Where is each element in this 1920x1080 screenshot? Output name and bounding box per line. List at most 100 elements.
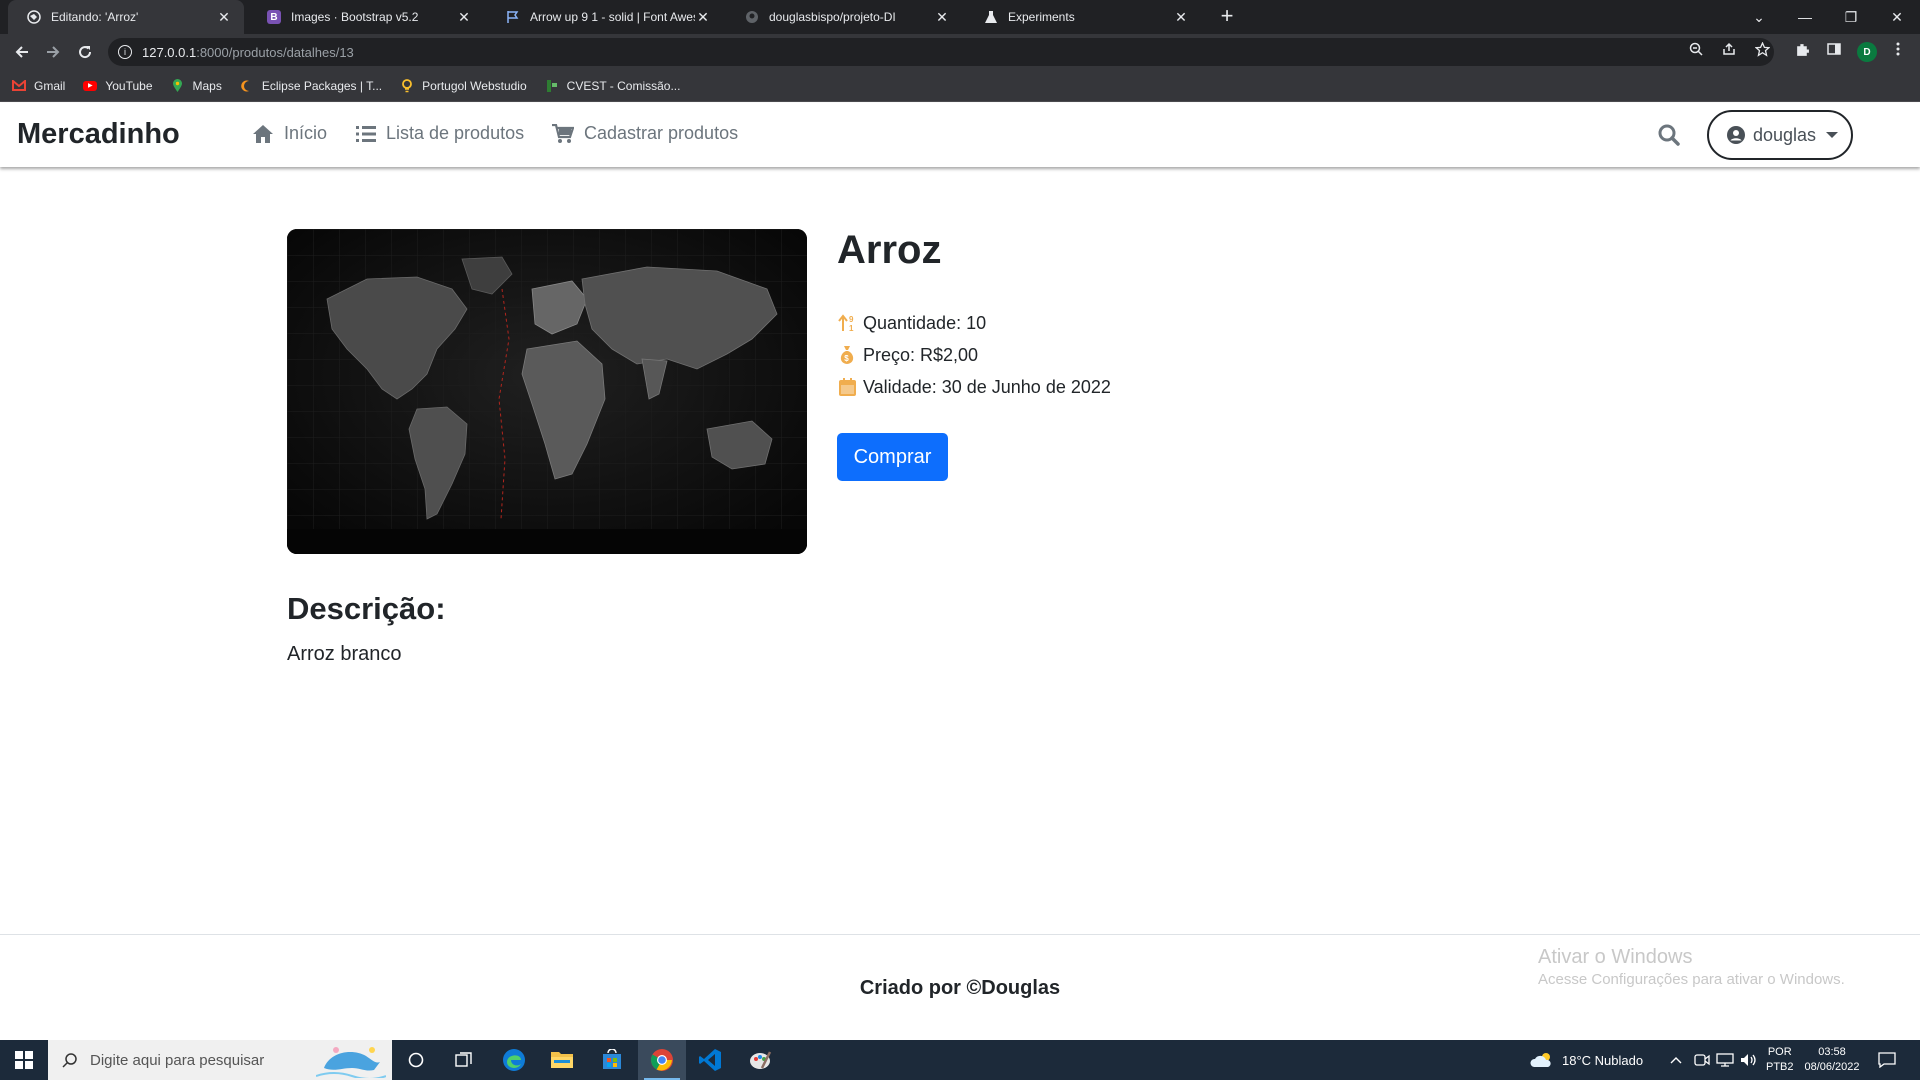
svg-text:9: 9 <box>849 315 854 324</box>
tab-font-awesome[interactable]: Arrow up 9 1 - solid | Font Awesom ✕ <box>487 0 723 34</box>
product-validity: Validade: 30 de Junho de 2022 <box>837 376 1111 398</box>
gmail-icon <box>12 79 26 93</box>
sort-arrows-icon: 91 <box>837 312 857 334</box>
nav-label: Lista de produtos <box>386 123 525 143</box>
bookmark-portugol[interactable]: Portugol Webstudio <box>400 79 527 93</box>
side-panel-icon[interactable] <box>1826 41 1842 57</box>
nav-cadastrar-produtos[interactable]: Cadastrar produtos <box>552 123 738 144</box>
task-view-icon[interactable] <box>440 1040 488 1080</box>
reload-icon[interactable] <box>73 40 97 64</box>
restore-button[interactable]: ❐ <box>1828 0 1874 34</box>
microsoft-store-icon[interactable] <box>588 1040 636 1080</box>
maps-icon <box>171 78 185 93</box>
tab-title: douglasbispo/projeto-DI <box>769 10 896 24</box>
list-icon <box>356 125 376 142</box>
menu-dots-icon[interactable] <box>1890 41 1906 57</box>
brand-logo[interactable]: Mercadinho <box>17 118 180 151</box>
bookmark-label: Eclipse Packages | T... <box>261 78 383 93</box>
tab-editando-arroz[interactable]: Editando: 'Arroz' ✕ <box>8 0 244 34</box>
windows-taskbar: Digite aqui para pesquisar 18°C Nublado <box>0 1040 1920 1080</box>
back-arrow-icon[interactable] <box>10 40 34 64</box>
windows-start-icon[interactable] <box>0 1040 48 1080</box>
taskbar-search-placeholder: Digite aqui para pesquisar <box>90 1051 265 1069</box>
tab-github[interactable]: douglasbispo/projeto-DI ✕ <box>726 0 962 34</box>
product-price: $ Preço: R$2,00 <box>837 344 978 366</box>
address-bar[interactable]: i 127.0.0.1:8000/produtos/datalhes/13 <box>108 38 1774 66</box>
search-icon <box>62 1053 77 1068</box>
page-content: Mercadinho Início Lista de produtos Cada… <box>0 103 1920 1040</box>
zoom-icon[interactable] <box>1688 41 1704 57</box>
close-tab-icon[interactable]: ✕ <box>216 9 232 25</box>
close-tab-icon[interactable]: ✕ <box>456 9 472 25</box>
cortana-icon[interactable] <box>392 1040 440 1080</box>
product-title: Arroz <box>837 228 942 272</box>
buy-button[interactable]: Comprar <box>837 433 948 481</box>
description-text: Arroz branco <box>287 643 402 665</box>
close-tab-icon[interactable]: ✕ <box>1173 9 1189 25</box>
user-circle-icon <box>1727 126 1745 144</box>
url-host: 127.0.0.1 <box>142 44 197 60</box>
minimize-button[interactable]: — <box>1782 0 1828 34</box>
site-info-icon[interactable]: i <box>118 45 132 59</box>
bookmark-maps[interactable]: Maps <box>171 78 222 93</box>
chevron-down-icon <box>1826 132 1839 138</box>
profile-avatar[interactable]: D <box>1857 42 1877 62</box>
volume-icon[interactable] <box>1740 1040 1758 1080</box>
forward-arrow-icon[interactable] <box>41 40 65 64</box>
world-map-image <box>287 229 807 554</box>
taskbar-search-box[interactable]: Digite aqui para pesquisar <box>48 1040 392 1080</box>
show-hidden-icons-icon[interactable] <box>1670 1040 1682 1080</box>
new-tab-button[interactable]: + <box>1215 5 1239 29</box>
calendar-icon <box>837 376 857 398</box>
bookmark-label: Maps <box>192 78 222 93</box>
paint-icon[interactable] <box>736 1040 784 1080</box>
bookmark-star-icon[interactable] <box>1754 41 1770 57</box>
tab-bootstrap[interactable]: B Images · Bootstrap v5.2 ✕ <box>248 0 484 34</box>
vscode-icon[interactable] <box>686 1040 734 1080</box>
footer-divider <box>0 934 1920 935</box>
chrome-icon[interactable] <box>638 1040 686 1080</box>
lang-top: POR <box>1767 1046 1792 1058</box>
windows-activation-title: Ativar o Windows <box>1538 946 1693 968</box>
bookmark-youtube[interactable]: ▶ YouTube <box>83 79 153 93</box>
share-icon[interactable] <box>1721 41 1737 57</box>
nav-lista-produtos[interactable]: Lista de produtos <box>356 123 524 144</box>
windows-activation-subtitle: Acesse Configurações para ativar o Windo… <box>1538 971 1845 988</box>
close-tab-icon[interactable]: ✕ <box>695 9 711 25</box>
bookmark-eclipse[interactable]: Eclipse Packages | T... <box>240 79 382 93</box>
dolphin-illustration-icon <box>316 1047 386 1078</box>
flask-icon <box>983 9 999 25</box>
validity-text: Validade: 30 de Junho de 2022 <box>863 376 1111 397</box>
tab-search-icon[interactable]: ⌄ <box>1736 0 1782 34</box>
bookmark-cvest[interactable]: CVEST - Comissão... <box>545 79 680 93</box>
notification-center-icon[interactable] <box>1878 1040 1896 1080</box>
svg-text:1: 1 <box>849 324 854 332</box>
close-tab-icon[interactable]: ✕ <box>934 9 950 25</box>
weather-widget[interactable]: 18°C Nublado <box>1530 1040 1643 1080</box>
input-language[interactable]: POR PTB2 <box>1766 1040 1794 1080</box>
nav-label: Cadastrar produtos <box>584 123 739 143</box>
nav-inicio[interactable]: Início <box>252 123 327 144</box>
bootstrap-icon: B <box>266 9 282 25</box>
lang-bottom: PTB2 <box>1766 1061 1794 1073</box>
globe-icon <box>26 9 42 25</box>
network-icon[interactable] <box>1716 1040 1734 1080</box>
tab-experiments[interactable]: Experiments ✕ <box>965 0 1201 34</box>
meet-now-icon[interactable] <box>1694 1040 1710 1080</box>
tab-title: Arrow up 9 1 - solid | Font Awesom <box>530 10 695 24</box>
extensions-icon[interactable] <box>1794 41 1810 57</box>
bookmarks-bar: Gmail ▶ YouTube Maps Eclipse Packages | … <box>0 70 1920 102</box>
youtube-icon: ▶ <box>83 79 98 93</box>
close-window-button[interactable]: ✕ <box>1874 0 1920 34</box>
edge-icon[interactable] <box>490 1040 538 1080</box>
search-icon[interactable] <box>1657 123 1681 147</box>
site-navbar: Mercadinho Início Lista de produtos Cada… <box>0 103 1920 167</box>
home-icon <box>253 124 273 143</box>
clock[interactable]: 03:58 08/06/2022 <box>1802 1040 1862 1080</box>
bookmark-gmail[interactable]: Gmail <box>12 79 65 93</box>
file-explorer-icon[interactable] <box>538 1040 586 1080</box>
bookmark-label: Gmail <box>34 78 66 93</box>
cloud-icon <box>1530 1053 1551 1067</box>
browser-toolbar: i 127.0.0.1:8000/produtos/datalhes/13 D <box>0 34 1920 70</box>
user-dropdown-button[interactable]: douglas <box>1707 110 1853 160</box>
